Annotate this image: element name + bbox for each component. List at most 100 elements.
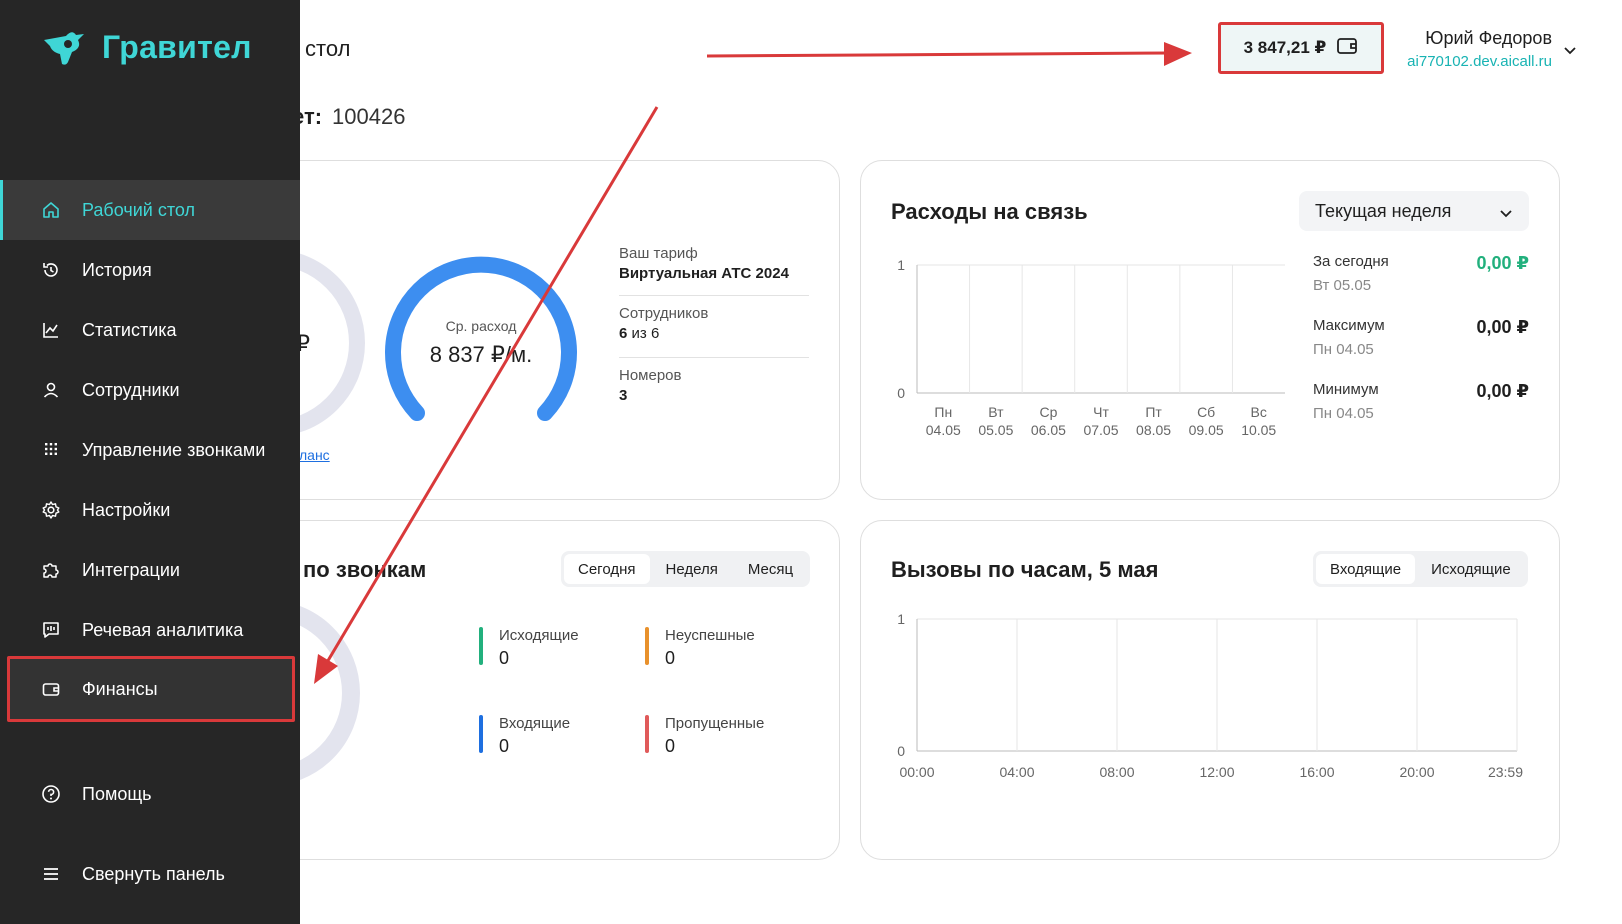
failed-marker	[645, 627, 649, 665]
employees-label: Сотрудников	[619, 305, 709, 322]
sidebar-item-speech-analytics[interactable]: Речевая аналитика	[0, 600, 300, 660]
incoming-label: Входящие	[499, 715, 571, 732]
user-icon	[40, 379, 62, 401]
sidebar-item-history[interactable]: История	[0, 240, 300, 300]
wallet-icon	[1336, 37, 1358, 60]
sidebar-item-label: Финансы	[82, 678, 158, 699]
x-tick-label: 04.05	[926, 422, 961, 438]
x-tick-label: Пт	[1145, 404, 1162, 420]
failed-label: Неуспешные	[665, 627, 755, 644]
today-date: Вт 05.05	[1313, 277, 1372, 294]
sidebar-item-statistics[interactable]: Статистика	[0, 300, 300, 360]
account-number: ет: 100426	[292, 104, 405, 130]
user-menu[interactable]: Юрий Федоров ai770102.dev.aicall.ru	[1398, 28, 1552, 70]
x-tick-label: 09.05	[1189, 422, 1224, 438]
x-tick-label: 08.05	[1136, 422, 1171, 438]
x-tick-label: Ср	[1039, 404, 1057, 420]
chart-icon	[40, 319, 62, 341]
period-select[interactable]: Текущая неделя	[1299, 191, 1529, 231]
collapse-panel-button[interactable]: Свернуть панель	[0, 844, 300, 904]
employees-count: 6	[619, 325, 628, 342]
menu-icon	[40, 863, 62, 885]
logo-text: Гравител	[102, 28, 252, 65]
arrow-to-balance-head	[1164, 42, 1192, 66]
x-tick-label: 12:00	[1199, 764, 1234, 780]
x-tick-label: 23:59	[1488, 764, 1523, 780]
y-tick-label: 0	[897, 385, 905, 401]
arrow-to-balance	[706, 51, 1171, 58]
user-domain: ai770102.dev.aicall.ru	[1407, 53, 1552, 70]
account-value: 100426	[332, 104, 406, 129]
numbers-label: Номеров	[619, 367, 682, 384]
y-tick-label: 0	[897, 743, 905, 759]
min-date: Пн 04.05	[1313, 405, 1374, 422]
x-tick-label: 20:00	[1399, 764, 1434, 780]
help-icon	[40, 783, 62, 805]
x-tick-label: 07.05	[1083, 422, 1118, 438]
sidebar-item-label: Интеграции	[82, 559, 180, 580]
sidebar-item-label: Управление звонками	[82, 439, 266, 460]
calls-period-tabs: Сегодня Неделя Месяц	[561, 551, 811, 587]
x-tick-label: Чт	[1093, 404, 1109, 420]
sidebar-item-help[interactable]: Помощь	[0, 764, 300, 824]
avg-expense-label: Ср. расход	[445, 318, 517, 334]
x-tick-label: 04:00	[999, 764, 1034, 780]
max-label: Максимум	[1313, 317, 1385, 334]
sidebar-item-label: Статистика	[82, 319, 177, 340]
dialpad-icon	[40, 439, 62, 461]
sidebar-item-call-management[interactable]: Управление звонками	[0, 420, 300, 480]
y-tick-label: 1	[897, 611, 905, 627]
sidebar-item-label: История	[82, 259, 152, 280]
tab-today[interactable]: Сегодня	[564, 554, 650, 584]
x-tick-label: Пн	[934, 404, 952, 420]
user-name: Юрий Федоров	[1425, 28, 1552, 48]
sidebar: Гравител Рабочий стол История Статистика…	[0, 0, 300, 924]
max-value: 0,00 ₽	[1476, 317, 1529, 337]
sidebar-item-label: Помощь	[82, 783, 152, 804]
balance-value: 3 847,21 ₽	[1243, 38, 1327, 57]
balance-button[interactable]: 3 847,21 ₽	[1218, 22, 1384, 74]
y-tick-label: 1	[897, 257, 905, 273]
sidebar-item-label: Настройки	[82, 499, 171, 520]
sidebar-item-label: Сотрудники	[82, 379, 180, 400]
tariff-value: Виртуальная АТС 2024	[619, 265, 789, 282]
sidebar-item-label: Свернуть панель	[82, 863, 225, 884]
sidebar-item-label: Речевая аналитика	[82, 619, 244, 640]
employees-value: 6 из 6	[619, 325, 659, 342]
tariff-card: ₽ ланс Ср. расход 8 837 ₽/м. Ваш тариф В…	[240, 160, 840, 500]
calls-card: по звонкам Сегодня Неделя Месяц Исходящи…	[240, 520, 840, 860]
sidebar-item-integrations[interactable]: Интеграции	[0, 540, 300, 600]
tab-month[interactable]: Месяц	[734, 554, 807, 584]
sidebar-item-dashboard[interactable]: Рабочий стол	[0, 180, 300, 240]
max-date: Пн 04.05	[1313, 341, 1374, 358]
x-tick-label: 16:00	[1299, 764, 1334, 780]
outgoing-value: 0	[499, 648, 510, 668]
chevron-down-icon[interactable]	[1562, 42, 1578, 63]
today-value: 0,00 ₽	[1476, 253, 1529, 273]
speech-icon	[40, 619, 62, 641]
sidebar-item-finance[interactable]: Финансы	[7, 656, 295, 722]
tariff-label: Ваш тариф	[619, 245, 698, 262]
top-up-link[interactable]: ланс	[299, 447, 330, 463]
tab-week[interactable]: Неделя	[652, 554, 732, 584]
missed-label: Пропущенные	[665, 715, 765, 732]
failed-value: 0	[665, 648, 676, 668]
calls-title: по звонкам	[303, 557, 427, 582]
gear-icon	[40, 499, 62, 521]
hourly-chart: 1 0 00:00 04:00 08:00 12:00 16:00 20:00 23:59	[897, 611, 1523, 780]
x-tick-label: 08:00	[1099, 764, 1134, 780]
sidebar-item-employees[interactable]: Сотрудники	[0, 360, 300, 420]
x-tick-label: 05.05	[978, 422, 1013, 438]
logo[interactable]: Гравител	[38, 26, 252, 68]
x-tick-label: Вт	[988, 404, 1004, 420]
logo-icon	[44, 32, 84, 65]
numbers-value: 3	[619, 387, 628, 404]
sidebar-item-settings[interactable]: Настройки	[0, 480, 300, 540]
divider	[619, 295, 809, 296]
avg-expense-value: 8 837 ₽/м.	[429, 342, 533, 367]
x-tick-label: 10.05	[1241, 422, 1276, 438]
today-label: За сегодня	[1313, 253, 1389, 270]
home-icon	[40, 199, 62, 221]
divider	[619, 357, 809, 358]
x-tick-label: Вс	[1251, 404, 1267, 420]
